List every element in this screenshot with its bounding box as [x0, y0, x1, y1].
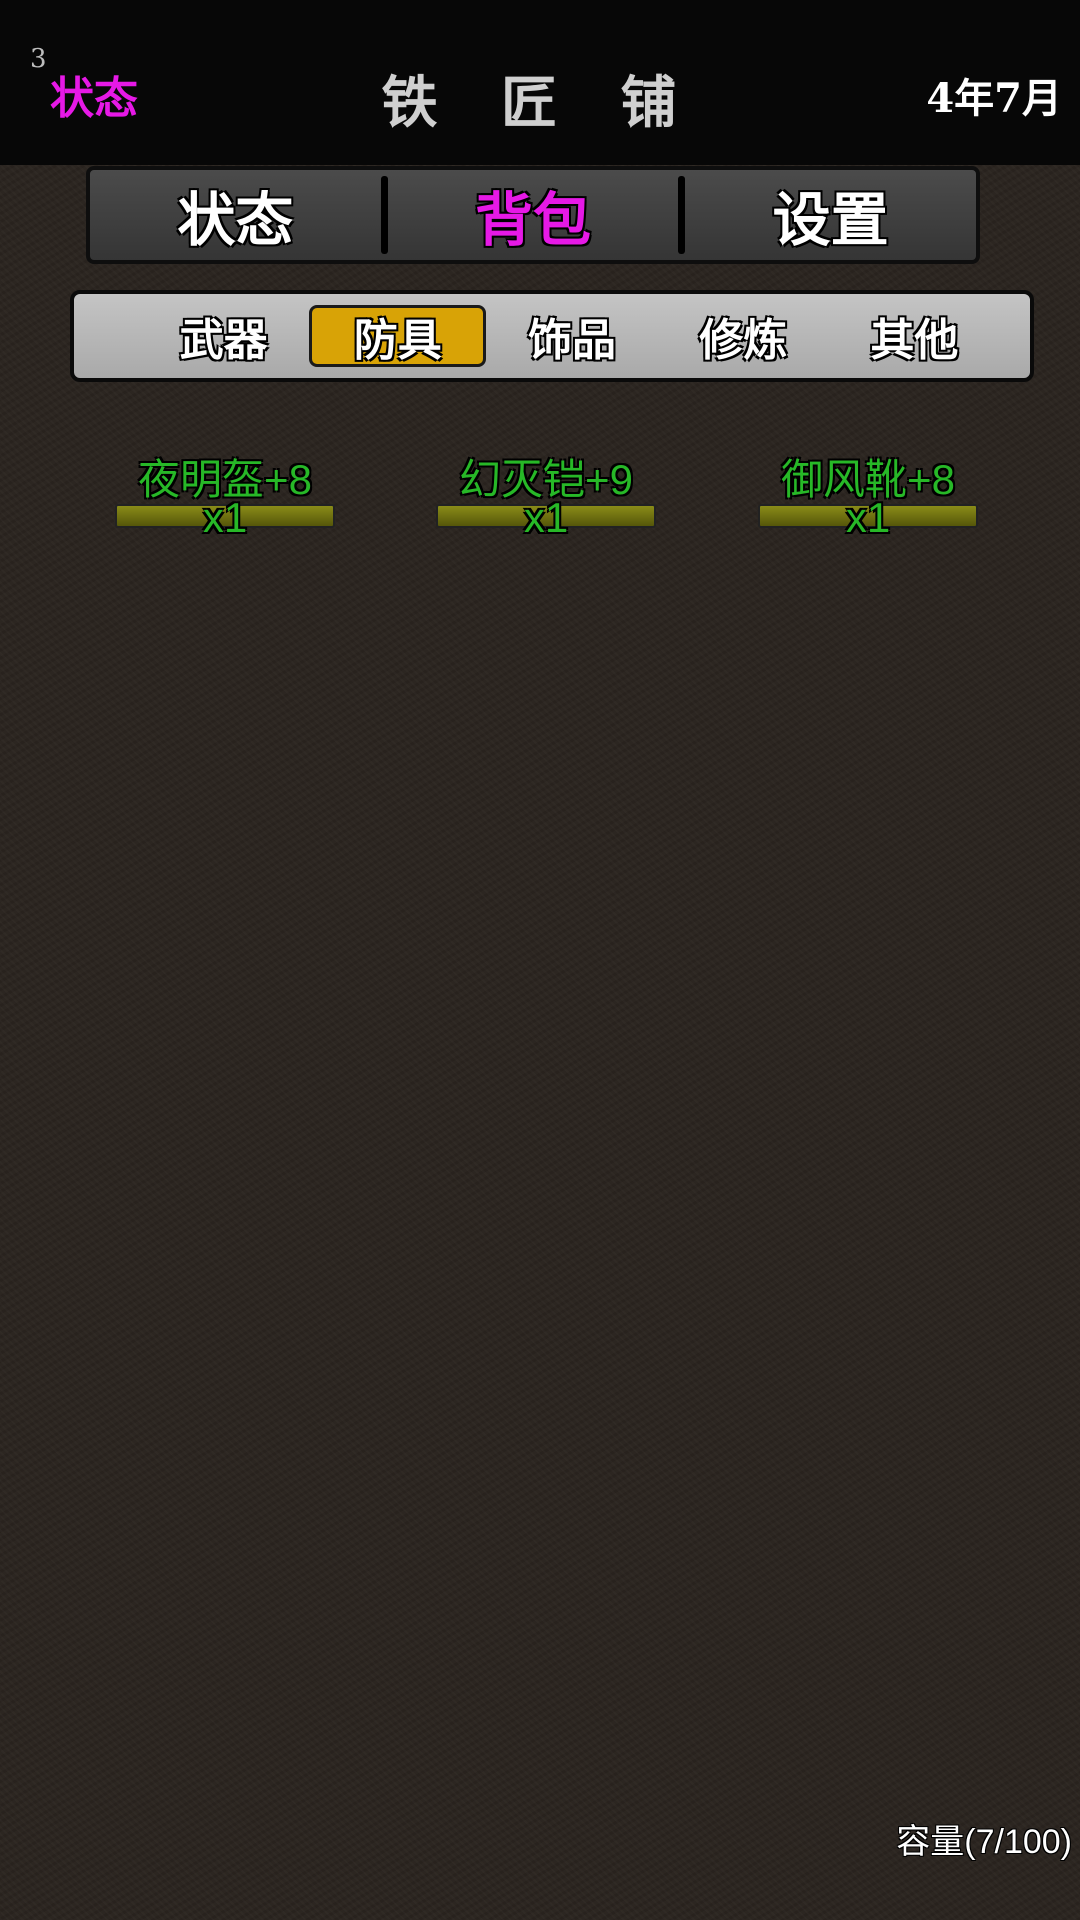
item-quantity: x1 — [523, 494, 569, 541]
category-tab-weapons[interactable]: 武器 — [138, 305, 309, 367]
capacity-label: 容量(7/100) — [896, 1823, 1072, 1861]
category-tab-armor[interactable]: 防具 — [309, 305, 487, 367]
inventory-item[interactable]: 幻灭铠+9 x1 — [436, 446, 656, 546]
category-tab-other[interactable]: 其他 — [829, 305, 1000, 367]
game-date: 4年7月 — [926, 75, 1062, 122]
item-quantity: x1 — [845, 494, 891, 541]
status-count: 3 — [30, 44, 47, 74]
tab-divider — [380, 176, 388, 254]
tab-divider — [678, 176, 686, 254]
category-tab-training[interactable]: 修炼 — [658, 305, 829, 367]
tab-status[interactable]: 状态 — [90, 170, 381, 260]
tab-backpack[interactable]: 背包 — [388, 170, 679, 260]
main-tab-bar: 状态 背包 设置 — [86, 166, 980, 264]
status-button[interactable]: 状态 — [50, 62, 138, 126]
page-title: 铁 匠 铺 — [381, 70, 699, 136]
inventory-item[interactable]: 御风靴+8 x1 — [758, 446, 978, 546]
category-tab-bar: 武器 防具 饰品 修炼 其他 — [70, 290, 1034, 382]
category-tab-accessories[interactable]: 饰品 — [486, 305, 657, 367]
tab-settings[interactable]: 设置 — [685, 170, 976, 260]
inventory-item[interactable]: 夜明盔+8 x1 — [115, 446, 335, 546]
top-bar: 3 状态 铁 匠 铺 4年7月 — [0, 0, 1080, 165]
item-quantity: x1 — [202, 494, 248, 541]
